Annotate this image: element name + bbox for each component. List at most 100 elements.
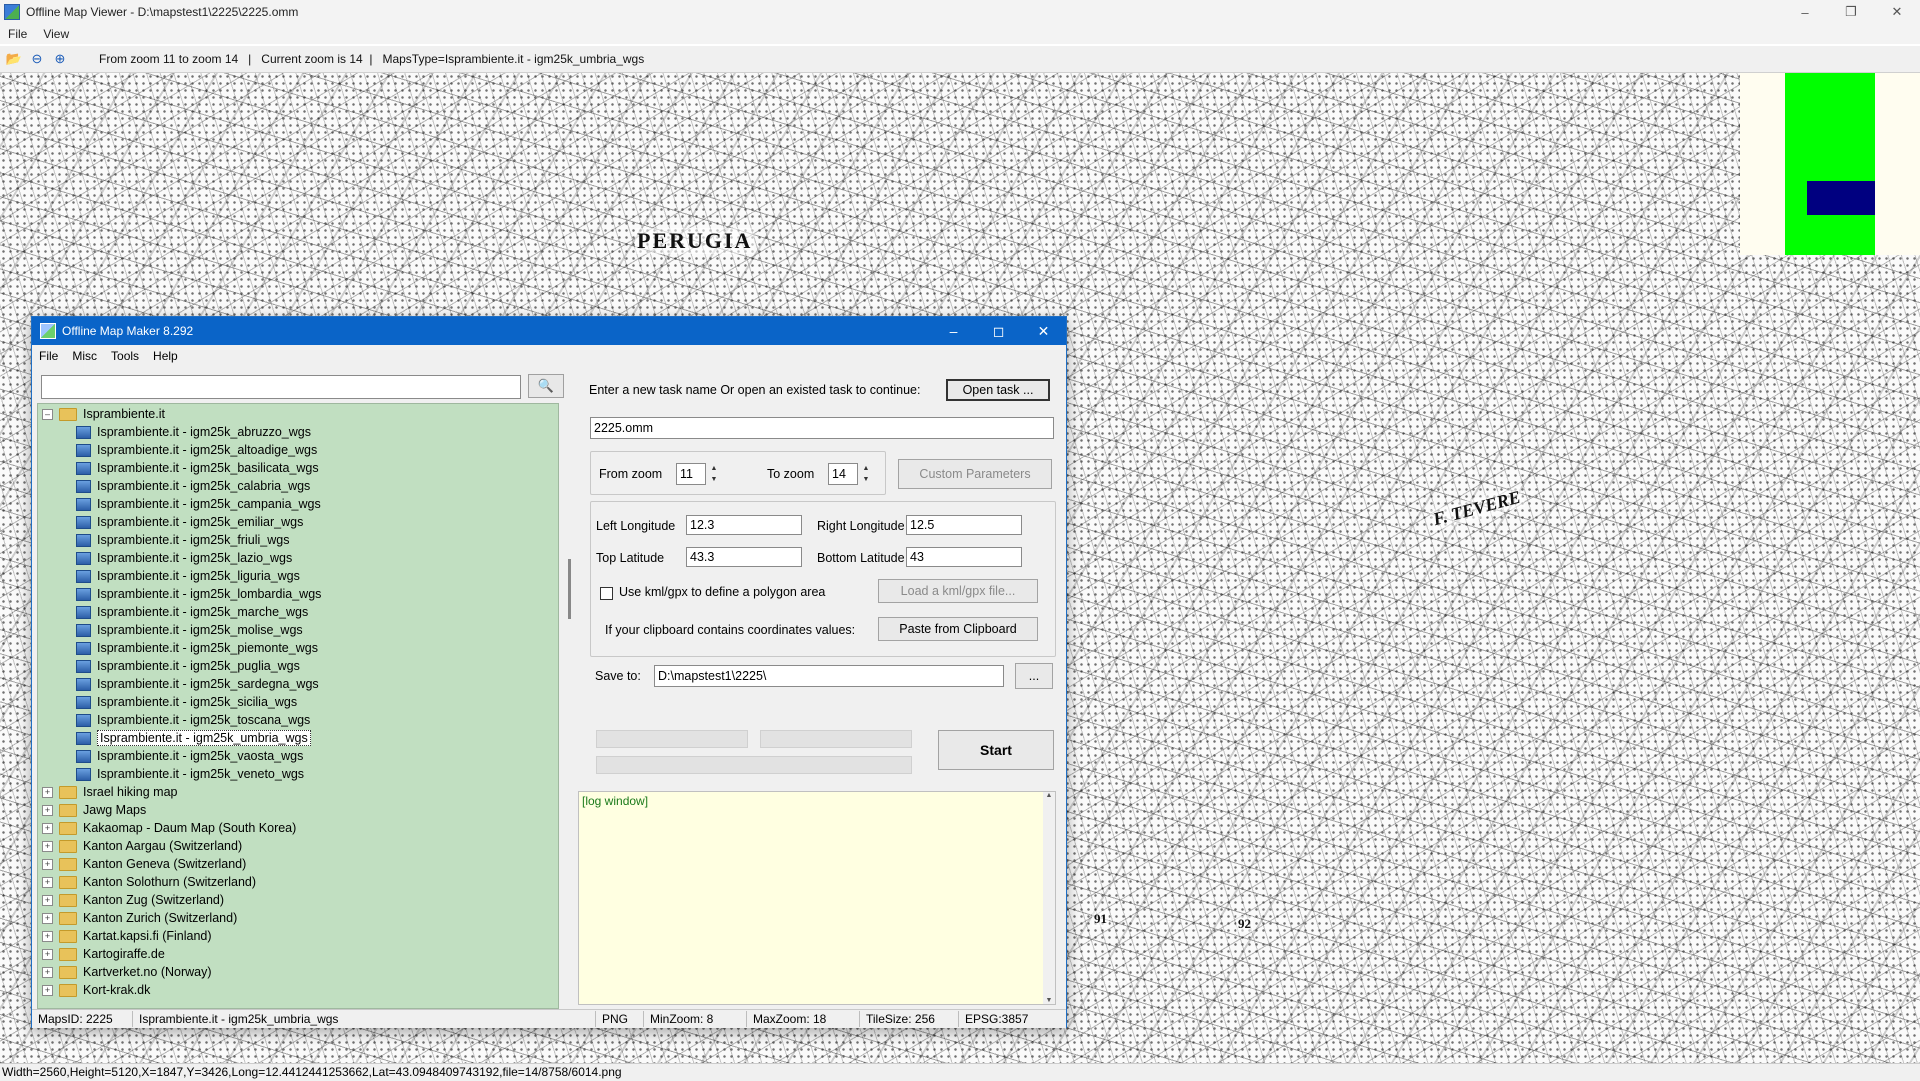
- open-task-button[interactable]: Open task ...: [946, 379, 1050, 401]
- left-longitude-input[interactable]: 12.3: [686, 515, 802, 535]
- dialog-maximize-icon[interactable]: ◻: [976, 317, 1021, 345]
- tree-folder[interactable]: + Kartat.kapsi.fi (Finland): [42, 927, 212, 945]
- log-window[interactable]: [log window] ▲ ▼: [578, 791, 1056, 1005]
- tree-item[interactable]: Isprambiente.it - igm25k_altoadige_wgs: [76, 441, 317, 459]
- kml-checkbox[interactable]: [600, 587, 613, 600]
- expand-icon[interactable]: +: [42, 786, 53, 798]
- progress-bar-1: [596, 730, 748, 748]
- dialog-menu-tools[interactable]: Tools: [104, 349, 146, 363]
- dialog-menu-file[interactable]: File: [32, 349, 65, 363]
- save-to-input[interactable]: D:\mapstest1\2225\: [654, 665, 1004, 687]
- custom-parameters-button[interactable]: Custom Parameters: [898, 459, 1052, 489]
- tree-folder-label: Kartat.kapsi.fi (Finland): [83, 929, 212, 943]
- start-button[interactable]: Start: [938, 730, 1054, 770]
- viewer-menu-view[interactable]: View: [35, 27, 77, 41]
- folder-icon: [59, 893, 77, 907]
- tree-item[interactable]: Isprambiente.it - igm25k_sardegna_wgs: [76, 675, 319, 693]
- close-icon[interactable]: ✕: [1874, 0, 1920, 24]
- tree-item[interactable]: Isprambiente.it - igm25k_friuli_wgs: [76, 531, 289, 549]
- tree-folder[interactable]: + Kanton Zug (Switzerland): [42, 891, 224, 909]
- to-zoom-input[interactable]: 14: [828, 463, 858, 485]
- map-label-tevere: F. TEVERE: [1428, 486, 1525, 531]
- dialog-menu-misc[interactable]: Misc: [65, 349, 104, 363]
- top-latitude-input[interactable]: 43.3: [686, 547, 802, 567]
- bottom-latitude-input[interactable]: 43: [906, 547, 1022, 567]
- log-scrollbar[interactable]: ▲ ▼: [1043, 792, 1055, 1004]
- open-folder-icon[interactable]: 📂: [5, 50, 23, 68]
- tree-folder[interactable]: + Jawg Maps: [42, 801, 146, 819]
- right-longitude-input[interactable]: 12.5: [906, 515, 1022, 535]
- dialog-title: Offline Map Maker 8.292: [62, 324, 194, 338]
- tree-folder[interactable]: + Kanton Zurich (Switzerland): [42, 909, 237, 927]
- tree-folder-label: Kanton Zurich (Switzerland): [83, 911, 238, 925]
- expand-icon[interactable]: +: [42, 822, 53, 834]
- dialog-menu-help[interactable]: Help: [146, 349, 185, 363]
- expand-icon[interactable]: +: [42, 858, 53, 870]
- expand-icon[interactable]: +: [42, 894, 53, 906]
- tree-folder[interactable]: + Kanton Aargau (Switzerland): [42, 837, 242, 855]
- expand-icon[interactable]: +: [42, 804, 53, 816]
- tree-folder-isprambiente[interactable]: – Isprambiente.it: [42, 405, 165, 423]
- tree-item[interactable]: Isprambiente.it - igm25k_emiliar_wgs: [76, 513, 303, 531]
- tree-item[interactable]: Isprambiente.it - igm25k_umbria_wgs: [76, 729, 311, 747]
- tree-item[interactable]: Isprambiente.it - igm25k_marche_wgs: [76, 603, 308, 621]
- tree-folder[interactable]: + Kakaomap - Daum Map (South Korea): [42, 819, 296, 837]
- tree-item[interactable]: Isprambiente.it - igm25k_veneto_wgs: [76, 765, 304, 783]
- expand-icon[interactable]: +: [42, 912, 53, 924]
- task-name-input[interactable]: 2225.omm: [590, 417, 1054, 439]
- tree-item[interactable]: Isprambiente.it - igm25k_campania_wgs: [76, 495, 321, 513]
- tree-item-label: Isprambiente.it - igm25k_vaosta_wgs: [97, 749, 304, 763]
- scrollbar-thumb[interactable]: [568, 559, 571, 619]
- search-button[interactable]: 🔍: [528, 374, 564, 398]
- tree-item[interactable]: Isprambiente.it - igm25k_piemonte_wgs: [76, 639, 318, 657]
- dialog-close-icon[interactable]: ✕: [1021, 317, 1066, 345]
- collapse-icon[interactable]: –: [42, 408, 53, 420]
- zoom-info: From zoom 11 to zoom 14 | Current zoom i…: [99, 52, 645, 66]
- dialog-minimize-icon[interactable]: –: [931, 317, 976, 345]
- tree-item[interactable]: Isprambiente.it - igm25k_toscana_wgs: [76, 711, 310, 729]
- tree-item[interactable]: Isprambiente.it - igm25k_puglia_wgs: [76, 657, 300, 675]
- browse-button[interactable]: ...: [1015, 663, 1053, 689]
- tree-item[interactable]: Isprambiente.it - igm25k_lombardia_wgs: [76, 585, 321, 603]
- overview-view-rect[interactable]: [1807, 181, 1875, 215]
- folder-icon: [59, 839, 77, 853]
- expand-icon[interactable]: +: [42, 876, 53, 888]
- tree-folder[interactable]: + Kort-krak.dk: [42, 981, 150, 999]
- zoom-in-icon[interactable]: ⊕: [51, 50, 69, 68]
- left-longitude-label: Left Longitude: [596, 519, 676, 533]
- minimize-icon[interactable]: –: [1782, 0, 1828, 24]
- expand-icon[interactable]: +: [42, 948, 53, 960]
- tree-folder[interactable]: + Israel hiking map: [42, 783, 178, 801]
- zoom-out-icon[interactable]: ⊖: [28, 50, 46, 68]
- expand-icon[interactable]: +: [42, 984, 53, 996]
- expand-icon[interactable]: +: [42, 840, 53, 852]
- maps-tree[interactable]: – Isprambiente.it Isprambiente.it - igm2…: [37, 403, 559, 1009]
- paste-clipboard-button[interactable]: Paste from Clipboard: [878, 617, 1038, 641]
- tree-item[interactable]: Isprambiente.it - igm25k_basilicata_wgs: [76, 459, 319, 477]
- tree-item[interactable]: Isprambiente.it - igm25k_molise_wgs: [76, 621, 303, 639]
- restore-icon[interactable]: ❐: [1828, 0, 1874, 24]
- from-zoom-stepper[interactable]: ▲ ▼: [708, 463, 720, 485]
- tree-item-label: Isprambiente.it - igm25k_marche_wgs: [97, 605, 309, 619]
- tree-item[interactable]: Isprambiente.it - igm25k_vaosta_wgs: [76, 747, 303, 765]
- tree-folder[interactable]: + Kartverket.no (Norway): [42, 963, 212, 981]
- overview-minimap[interactable]: [1740, 73, 1920, 255]
- load-kml-button[interactable]: Load a kml/gpx file...: [878, 579, 1038, 603]
- tree-item[interactable]: Isprambiente.it - igm25k_sicilia_wgs: [76, 693, 297, 711]
- tree-item[interactable]: Isprambiente.it - igm25k_lazio_wgs: [76, 549, 292, 567]
- tree-folder[interactable]: + Kanton Geneva (Switzerland): [42, 855, 246, 873]
- tree-folder[interactable]: + Kartogiraffe.de: [42, 945, 165, 963]
- tree-folder-label: Kartogiraffe.de: [83, 947, 165, 961]
- tree-scrollbar[interactable]: [564, 403, 576, 1007]
- tree-item[interactable]: Isprambiente.it - igm25k_calabria_wgs: [76, 477, 310, 495]
- viewer-menu-file[interactable]: File: [0, 27, 35, 41]
- map-label-perugia: PERUGIA: [635, 228, 755, 254]
- tree-item[interactable]: Isprambiente.it - igm25k_abruzzo_wgs: [76, 423, 311, 441]
- tree-item[interactable]: Isprambiente.it - igm25k_liguria_wgs: [76, 567, 300, 585]
- tree-folder[interactable]: + Kanton Solothurn (Switzerland): [42, 873, 256, 891]
- search-input[interactable]: [41, 375, 521, 399]
- from-zoom-input[interactable]: 11: [676, 463, 706, 485]
- expand-icon[interactable]: +: [42, 930, 53, 942]
- to-zoom-stepper[interactable]: ▲ ▼: [860, 463, 872, 485]
- expand-icon[interactable]: +: [42, 966, 53, 978]
